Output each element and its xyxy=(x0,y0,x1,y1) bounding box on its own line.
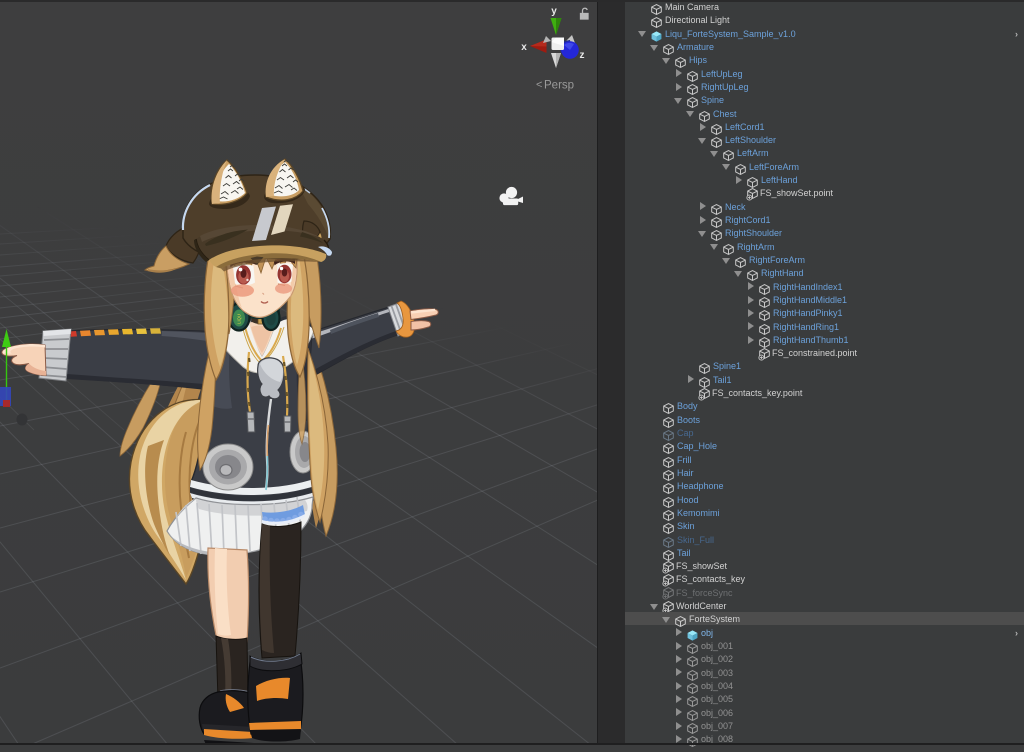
svg-text:LIQU: LIQU xyxy=(237,314,242,324)
svg-text:y: y xyxy=(551,6,557,17)
svg-text:Persp: Persp xyxy=(544,80,574,92)
svg-text:z: z xyxy=(580,50,585,61)
svg-text:x: x xyxy=(521,42,527,53)
svg-text:<: < xyxy=(536,79,542,91)
